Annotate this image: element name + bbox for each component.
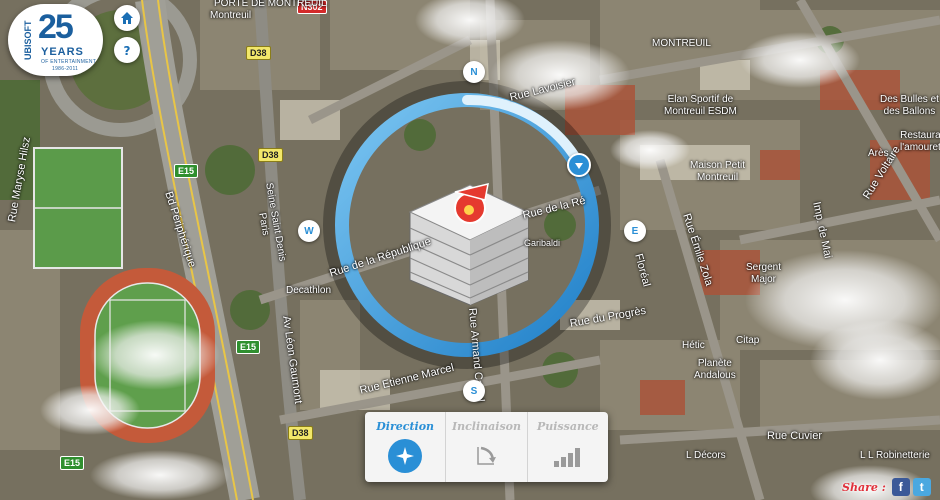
home-icon: [121, 12, 133, 24]
poi-label: Des Bulles et des Ballons: [880, 94, 939, 117]
road-badge: E15: [174, 164, 199, 178]
facebook-icon: f: [898, 480, 903, 494]
logo-brand: UBISOFT: [23, 20, 33, 60]
svg-text:?: ?: [124, 44, 131, 57]
logo-years: 1986-2011: [52, 66, 79, 72]
logo-number: 25: [38, 8, 74, 46]
poi-label: L L Robinetterie: [860, 450, 930, 461]
tab-puissance[interactable]: Puissance: [526, 412, 608, 482]
road-badge: E15: [60, 456, 85, 470]
poi-label: Planète Andalous: [694, 358, 736, 381]
poi-label: Arès: [868, 148, 889, 159]
compass-rose-icon: [388, 439, 423, 473]
home-button[interactable]: [114, 5, 140, 31]
direction-handle[interactable]: [567, 153, 591, 177]
road-badge: D38: [288, 426, 313, 440]
power-bars-icon: [551, 439, 585, 473]
compass-north: N: [463, 61, 485, 83]
road-badge: D38: [258, 148, 283, 162]
poi-label: Sergent Major: [746, 262, 782, 285]
poi-label: Hétic: [682, 340, 705, 351]
game-stage[interactable]: N302 D38 D38 D38 E15 E15 E15 PORTE DE MO…: [0, 0, 940, 500]
poi-label: L Décors: [686, 450, 726, 461]
poi-label: Restaura l'amouret: [900, 130, 940, 153]
question-mark-icon: ?: [124, 44, 131, 57]
poi-label: Citap: [736, 335, 760, 346]
tab-direction[interactable]: Direction: [365, 412, 445, 482]
twitter-icon: t: [919, 480, 924, 494]
help-button[interactable]: ?: [114, 37, 140, 63]
logo-tagline: OF ENTERTAINMENT: [41, 59, 97, 65]
ubisoft-25-years-logo: UBISOFT 25 YEARS OF ENTERTAINMENT 1986-2…: [8, 4, 103, 76]
compass-south: S: [463, 380, 485, 402]
compass-east: E: [624, 220, 646, 242]
tab-puissance-label: Puissance: [536, 420, 599, 433]
tab-direction-label: Direction: [376, 420, 435, 433]
share-label: Share :: [842, 480, 886, 494]
share-bar: Share : f t: [842, 478, 931, 496]
poi-label: Elan Sportif de Montreuil ESDM: [664, 94, 737, 117]
facebook-share-button[interactable]: f: [891, 478, 910, 496]
logo-word: YEARS: [41, 46, 84, 58]
poi-label: MONTREUIL: [652, 38, 711, 49]
tab-inclinaison[interactable]: Inclinaison: [445, 412, 526, 482]
direction-handle-icon: [575, 163, 583, 169]
poi-label: Maison Petit Montreuil: [690, 160, 746, 183]
road-badge: E15: [236, 340, 261, 354]
street-label: Decathlon: [286, 285, 332, 296]
control-panel: Direction Inclinaison Puissance: [365, 412, 608, 482]
compass-west: W: [298, 220, 320, 242]
street-label: Rue Cuvier: [767, 430, 823, 442]
street-label: PORTE DE MONTREUIL: [214, 0, 327, 9]
road-badge: D38: [246, 46, 271, 60]
street-label: Garibaldi: [524, 238, 561, 248]
poi-label: Montreuil: [210, 10, 252, 21]
tab-inclinaison-label: Inclinaison: [451, 420, 521, 433]
twitter-share-button[interactable]: t: [912, 478, 931, 496]
tilt-arrow-icon: [469, 439, 503, 473]
